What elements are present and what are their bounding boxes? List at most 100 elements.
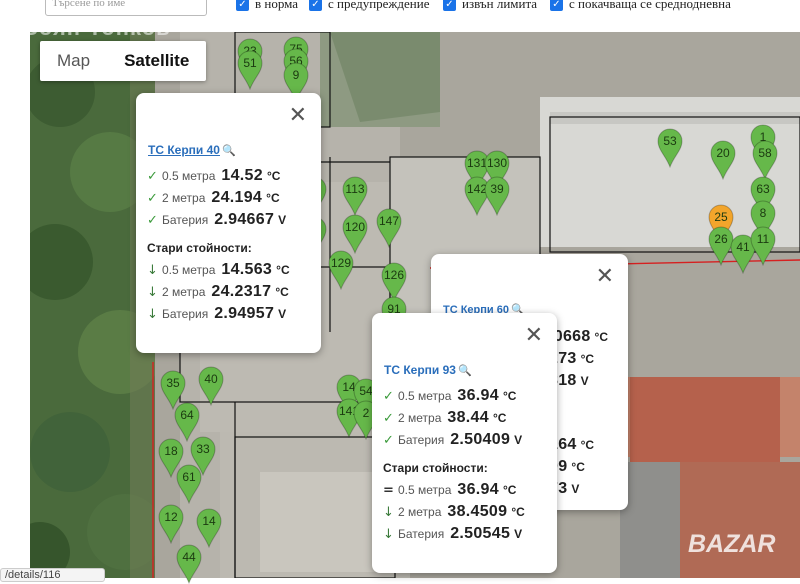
checkbox-icon[interactable]: ✓ bbox=[309, 0, 322, 11]
map-pin-129[interactable]: 129 bbox=[328, 250, 354, 290]
pin-label: 25 bbox=[714, 210, 728, 224]
map-pin-61[interactable]: 61 bbox=[176, 464, 202, 504]
close-icon[interactable]: ✕ bbox=[289, 103, 307, 129]
arrow-down-icon: ↓ bbox=[383, 505, 394, 520]
popup-sensor-93: ✕ ТС Керпи 93 🔍 ✓ 0.5 метра 36.94 °C ✓ 2 метр… bbox=[372, 313, 557, 573]
pin-label: 64 bbox=[180, 408, 194, 422]
arrow-down-icon: ↓ bbox=[147, 307, 158, 322]
unit-label: V bbox=[580, 374, 589, 388]
current-readings: ✓ 0.5 метра 14.52 °C ✓ 2 метра 24.194 °C ✓ Бате… bbox=[147, 167, 290, 327]
filter-rising-average[interactable]: ✓ с покачваща се среднодневна bbox=[550, 0, 731, 12]
checkbox-icon[interactable]: ✓ bbox=[443, 0, 456, 11]
pin-label: 58 bbox=[758, 146, 772, 160]
pin-label: 20 bbox=[716, 146, 730, 160]
pin-label: 8 bbox=[759, 206, 767, 220]
reading-label: 2 метра bbox=[162, 191, 206, 205]
reading-value: 14.563 bbox=[221, 261, 273, 278]
map-pin-44[interactable]: 44 bbox=[176, 544, 202, 584]
map-pin-120[interactable]: 120 bbox=[342, 214, 368, 254]
map-pin-20[interactable]: 20 bbox=[710, 140, 736, 180]
filter-normal[interactable]: ✓ в норма bbox=[236, 0, 298, 12]
checkbox-icon[interactable]: ✓ bbox=[236, 0, 249, 11]
reading-label: 2 метра bbox=[398, 505, 442, 519]
arrow-down-icon: ↓ bbox=[147, 263, 158, 278]
close-icon[interactable]: ✕ bbox=[525, 323, 543, 349]
map-type-control: Map Satellite bbox=[40, 41, 207, 81]
unit-label: V bbox=[571, 482, 580, 496]
check-icon: ✓ bbox=[383, 389, 394, 404]
map-pin-53[interactable]: 53 bbox=[657, 128, 683, 168]
pin-label: 18 bbox=[164, 444, 178, 458]
reading-label: Батерия bbox=[398, 433, 445, 447]
checkbox-icon[interactable]: ✓ bbox=[550, 0, 563, 11]
check-icon: ✓ bbox=[383, 411, 394, 426]
close-icon[interactable]: ✕ bbox=[596, 264, 614, 290]
pin-label: 12 bbox=[164, 510, 178, 524]
old-values-heading: Стари стойности: bbox=[147, 241, 252, 255]
pin-label: 113 bbox=[345, 182, 365, 196]
pin-label: 63 bbox=[756, 182, 770, 196]
pin-label: 120 bbox=[344, 220, 366, 234]
reading-value: 2.94667 bbox=[214, 211, 275, 228]
reading-label: Батерия bbox=[162, 213, 209, 227]
filter-label: с предупреждение bbox=[328, 0, 430, 11]
map-pin-14[interactable]: 14 bbox=[196, 508, 222, 548]
pin-label: 39 bbox=[490, 182, 504, 196]
unit-label: °C bbox=[275, 285, 289, 299]
search-input[interactable] bbox=[45, 0, 207, 16]
check-icon: ✓ bbox=[383, 433, 394, 448]
unit-label: V bbox=[514, 433, 523, 447]
reading-label: 0.5 метра bbox=[162, 263, 216, 277]
reading-label: 0.5 метра bbox=[398, 483, 452, 497]
reading-value: 2.94957 bbox=[214, 305, 275, 322]
reading-label: 2 метра bbox=[162, 285, 206, 299]
check-icon: ✓ bbox=[147, 213, 158, 228]
unit-label: °C bbox=[276, 263, 290, 277]
check-icon: ✓ bbox=[147, 191, 158, 206]
popup-title-link[interactable]: ТС Керпи 40 bbox=[148, 143, 220, 157]
reading-label: 0.5 метра bbox=[162, 169, 216, 183]
unit-label: °C bbox=[511, 505, 525, 519]
unit-label: °C bbox=[594, 330, 609, 344]
filter-warning[interactable]: ✓ с предупреждение bbox=[309, 0, 429, 12]
current-readings: ✓ 0.5 метра 36.94 °C ✓ 2 метра 38.44 °C ✓ Батер… bbox=[383, 387, 525, 547]
map-pin-147[interactable]: 147 bbox=[376, 208, 402, 248]
reading-value: 14.52 bbox=[221, 167, 263, 184]
reading-label: 0.5 метра bbox=[398, 389, 452, 403]
old-values-heading: Стари стойности: bbox=[383, 461, 488, 475]
reading-value: 24.2317 bbox=[211, 283, 272, 300]
pin-label: 14 bbox=[202, 514, 216, 528]
map-pin-51[interactable]: 51 bbox=[237, 50, 263, 90]
arrow-down-icon: ↓ bbox=[147, 285, 158, 300]
pin-label: 126 bbox=[383, 268, 405, 282]
filter-label: с покачваща се среднодневна bbox=[569, 0, 731, 11]
map-pin-11[interactable]: 11 bbox=[750, 226, 776, 266]
map-pin-58[interactable]: 58 bbox=[752, 140, 778, 180]
pin-label: 130 bbox=[486, 156, 508, 170]
map-pin-40[interactable]: 40 bbox=[198, 366, 224, 406]
map-pin-12[interactable]: 12 bbox=[158, 504, 184, 544]
unit-label: °C bbox=[580, 438, 595, 452]
pin-label: 40 bbox=[204, 372, 218, 386]
search-icon[interactable]: 🔍 bbox=[458, 364, 472, 377]
reading-value: 36.94 bbox=[457, 387, 499, 404]
map-button[interactable]: Map bbox=[40, 41, 107, 81]
satellite-button[interactable]: Satellite bbox=[107, 41, 206, 81]
check-icon: ✓ bbox=[147, 169, 158, 184]
reading-label: Батерия bbox=[162, 307, 209, 321]
unit-label: °C bbox=[266, 191, 280, 205]
pin-label: 53 bbox=[663, 134, 677, 148]
reading-label: 2 метра bbox=[398, 411, 442, 425]
filter-label: извън лимита bbox=[462, 0, 538, 11]
unit-label: °C bbox=[266, 169, 281, 183]
unit-label: V bbox=[514, 527, 523, 541]
search-icon[interactable]: 🔍 bbox=[222, 144, 236, 157]
reading-value: 38.44 bbox=[447, 409, 489, 426]
popup-title-link[interactable]: ТС Керпи 93 bbox=[384, 363, 456, 377]
reading-value: 38.4509 bbox=[447, 503, 508, 520]
map-pin-39[interactable]: 39 bbox=[484, 176, 510, 216]
map-pin-113[interactable]: 113 bbox=[342, 176, 368, 216]
pin-label: 51 bbox=[243, 56, 257, 70]
filter-out-of-limit[interactable]: ✓ извън лимита bbox=[443, 0, 537, 12]
pin-label: 33 bbox=[196, 442, 210, 456]
